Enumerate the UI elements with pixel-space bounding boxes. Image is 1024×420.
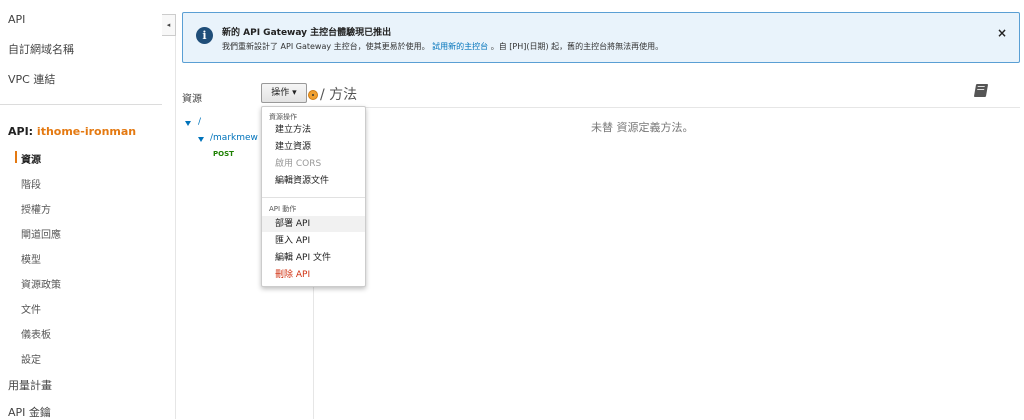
nav-sub-models[interactable]: 模型	[21, 251, 41, 266]
try-new-console-link[interactable]: 試用新的主控台	[432, 42, 488, 51]
actions-menu: 資源操作 建立方法 建立資源 啟用 CORS 編輯資源文件 API 動作 部署 …	[261, 106, 366, 287]
nav-sub-dashboard[interactable]: 儀表板	[21, 326, 51, 341]
menu-create-method[interactable]: 建立方法	[262, 122, 365, 138]
menu-edit-resource-docs[interactable]: 編輯資源文件	[262, 173, 365, 189]
tree-root[interactable]: /	[198, 117, 201, 127]
menu-create-resource[interactable]: 建立資源	[262, 139, 365, 155]
nav-sub-documentation[interactable]: 文件	[21, 301, 41, 316]
actions-dropdown-button[interactable]: 操作 ▾	[261, 83, 307, 103]
banner-message-tail: 。自 [PH](日期) 起，舊的主控台將無法再使用。	[490, 42, 664, 51]
menu-import-api[interactable]: 匯入 API	[262, 233, 365, 249]
nav-sub-resources[interactable]: 資源	[21, 151, 41, 166]
sidebar-border	[175, 36, 176, 419]
api-actions-header: API 動作	[269, 205, 297, 213]
help-indicator-icon[interactable]	[308, 90, 318, 100]
menu-edit-api-docs[interactable]: 編輯 API 文件	[262, 250, 365, 266]
active-indicator	[15, 151, 17, 163]
api-name: ithome-ironman	[36, 125, 137, 138]
banner-message: 我們重新設計了 API Gateway 主控台，使其更易於使用。 試用新的主控台…	[222, 41, 663, 52]
nav-divider	[0, 104, 162, 105]
empty-methods-message: 未替 資源定義方法。	[591, 121, 694, 134]
collapse-sidebar-button[interactable]: ◂	[162, 14, 176, 36]
method-post[interactable]: POST	[213, 150, 234, 158]
nav-sub-resource-policy[interactable]: 資源政策	[21, 276, 61, 291]
close-icon[interactable]: ×	[997, 26, 1007, 40]
nav-item-api-keys[interactable]: API 金鑰	[8, 404, 51, 420]
expand-child-icon[interactable]	[198, 137, 204, 142]
nav-item-api[interactable]: API	[8, 13, 25, 26]
menu-separator	[262, 197, 365, 198]
banner-title: 新的 API Gateway 主控台體驗現已推出	[222, 28, 392, 38]
nav-sub-settings[interactable]: 設定	[21, 351, 41, 366]
menu-enable-cors[interactable]: 啟用 CORS	[262, 156, 365, 172]
book-icon[interactable]	[973, 84, 989, 97]
new-console-banner: i 新的 API Gateway 主控台體驗現已推出 我們重新設計了 API G…	[182, 12, 1020, 63]
api-name-heading[interactable]: API: ithome-ironman	[8, 125, 136, 138]
methods-title: / 方法	[320, 87, 358, 103]
left-navigation: API 自訂網域名稱 VPC 連結 API: ithome-ironman 資源…	[0, 0, 162, 419]
tree-markmew[interactable]: /markmew	[210, 133, 258, 143]
resource-actions-header: 資源操作	[269, 113, 297, 121]
nav-item-vpc-links[interactable]: VPC 連結	[8, 71, 55, 87]
nav-sub-gateway-responses[interactable]: 閘道回應	[21, 226, 61, 241]
nav-sub-authorizers[interactable]: 授權方	[21, 201, 51, 216]
nav-item-custom-domain-names[interactable]: 自訂網域名稱	[8, 41, 74, 57]
nav-item-usage-plans[interactable]: 用量計畫	[8, 377, 52, 393]
info-icon: i	[196, 27, 213, 44]
nav-sub-stages[interactable]: 階段	[21, 176, 41, 191]
menu-deploy-api[interactable]: 部署 API	[262, 216, 365, 232]
resources-label: 資源	[182, 94, 202, 105]
banner-message-text: 我們重新設計了 API Gateway 主控台，使其更易於使用。	[222, 42, 430, 51]
header-divider	[315, 107, 1020, 108]
api-prefix: API:	[8, 125, 34, 138]
menu-delete-api[interactable]: 刪除 API	[262, 267, 365, 283]
expand-root-icon[interactable]	[185, 121, 191, 126]
